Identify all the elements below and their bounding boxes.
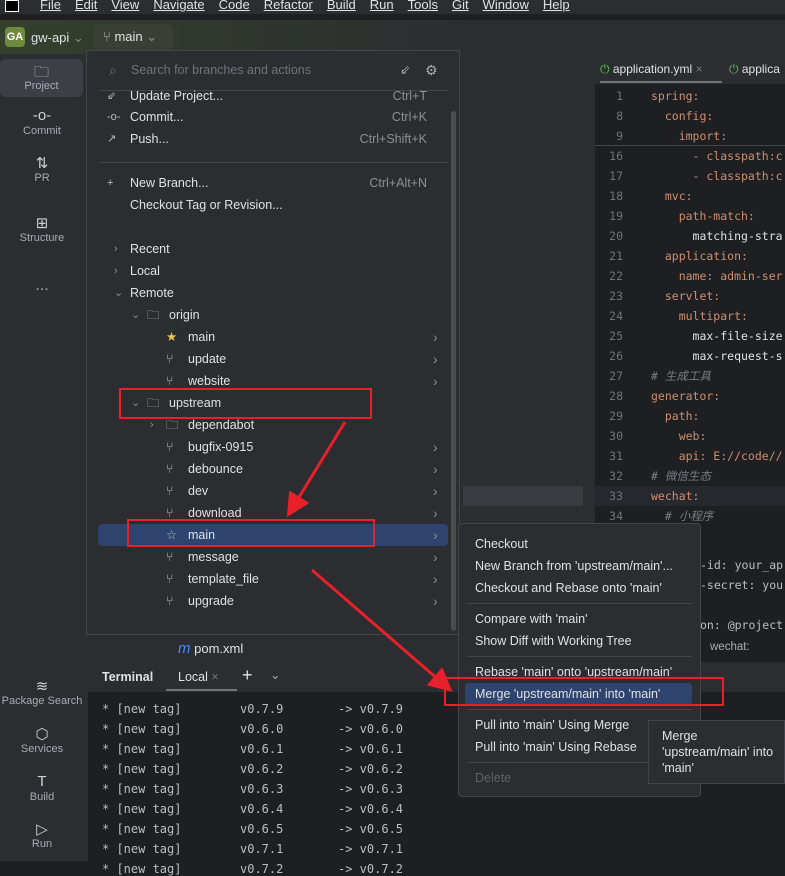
annotation-arrows bbox=[286, 421, 453, 692]
terminal-text: * [new tag] bbox=[102, 862, 182, 876]
arrow-2 bbox=[311, 568, 453, 692]
terminal-text: v0.7.2 bbox=[240, 862, 284, 876]
terminal-text: -> v0.7.2 bbox=[338, 862, 404, 876]
arrow-1 bbox=[286, 421, 347, 518]
